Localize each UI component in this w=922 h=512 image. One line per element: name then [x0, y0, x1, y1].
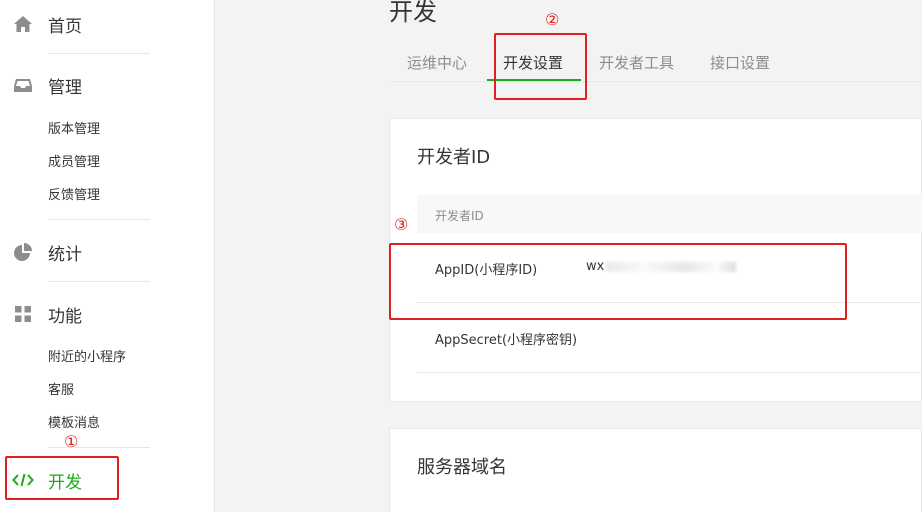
sidebar-item-feedback[interactable]: 反馈管理: [48, 186, 100, 206]
page-title: 开发: [389, 0, 437, 26]
nav-stats-label: 统计: [48, 244, 82, 265]
nav-home-label: 首页: [48, 16, 82, 37]
sidebar: 首页 管理 版本管理 成员管理 反馈管理 统计 功能 附近的小程序 客服 模板消…: [0, 0, 215, 512]
table-header-label: 开发者ID: [435, 209, 484, 223]
nav-stats[interactable]: 统计: [12, 237, 82, 267]
sidebar-item-version[interactable]: 版本管理: [48, 120, 100, 140]
nav-manage[interactable]: 管理: [12, 70, 82, 100]
tab-ops-center[interactable]: 运维中心: [407, 52, 467, 80]
table-header: 开发者ID: [417, 195, 922, 233]
grid-icon: [12, 303, 34, 325]
sidebar-item-nearby[interactable]: 附近的小程序: [48, 348, 126, 368]
annotation-number-1: ①: [64, 432, 79, 451]
annotation-box-3: [389, 243, 847, 320]
server-domain-card: 服务器域名: [389, 428, 922, 512]
card-title: 开发者ID: [417, 147, 491, 168]
appsecret-label: AppSecret(小程序密钥): [435, 333, 578, 348]
nav-home[interactable]: 首页: [12, 9, 82, 39]
annotation-number-2: ②: [545, 10, 560, 29]
annotation-box-1: [5, 456, 119, 500]
sidebar-item-members[interactable]: 成员管理: [48, 153, 100, 173]
divider: [48, 281, 150, 282]
nav-feature-label: 功能: [48, 306, 82, 327]
divider: [48, 219, 150, 220]
inbox-icon: [12, 74, 34, 96]
nav-feature[interactable]: 功能: [12, 299, 82, 329]
card-title: 服务器域名: [417, 457, 507, 478]
annotation-number-3: ③: [394, 215, 409, 234]
home-icon: [12, 13, 34, 35]
sidebar-item-service[interactable]: 客服: [48, 381, 74, 401]
tab-dev-tools[interactable]: 开发者工具: [599, 52, 674, 80]
nav-manage-label: 管理: [48, 77, 82, 98]
annotation-box-2: [494, 33, 587, 100]
divider: [48, 53, 150, 54]
tab-bar: 运维中心 开发设置 开发者工具 接口设置: [389, 40, 922, 82]
tab-api-settings[interactable]: 接口设置: [710, 52, 770, 80]
sidebar-item-template[interactable]: 模板消息: [48, 414, 100, 434]
pie-chart-icon: [12, 241, 34, 263]
